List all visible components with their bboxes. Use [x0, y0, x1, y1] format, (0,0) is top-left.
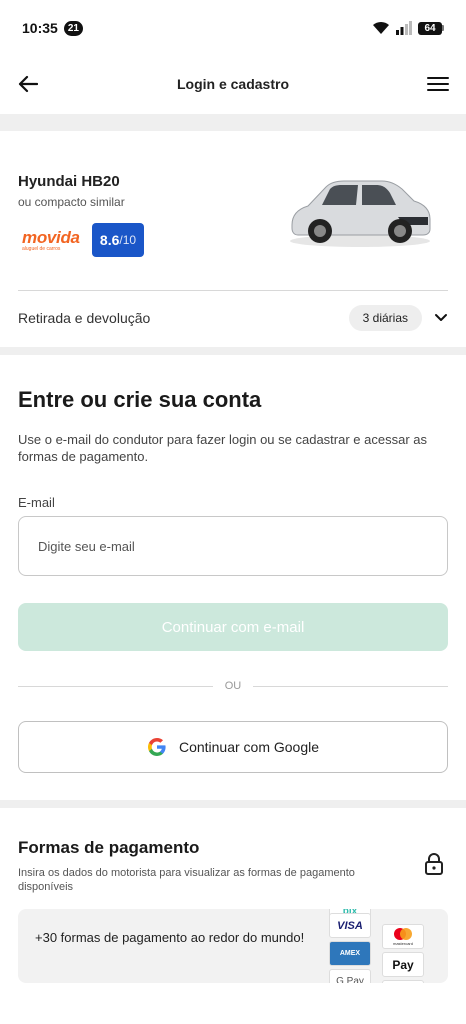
- mastercard-logo: mastercard: [382, 924, 424, 949]
- pix-logo-right: [382, 909, 424, 924]
- pickup-return-summary: 3 diárias: [348, 305, 448, 331]
- arrow-left-icon: [18, 75, 38, 93]
- or-line-left: [18, 685, 213, 687]
- visa-logo: VISA: [329, 913, 371, 938]
- rating-max: /10: [119, 233, 137, 247]
- login-section: Entre ou crie sua conta Use o e-mail do …: [0, 355, 466, 800]
- payment-methods-card: +30 formas de pagamento ao redor do mund…: [18, 909, 448, 983]
- section-separator: [0, 800, 466, 808]
- pickup-return-label: Retirada e devolução: [18, 310, 151, 326]
- extra-logo: [382, 980, 424, 983]
- pickup-return-row[interactable]: Retirada e devolução 3 diárias: [18, 291, 448, 345]
- wifi-icon: [373, 21, 389, 34]
- apple-pay-label: Pay: [392, 957, 414, 972]
- notification-badge: 21: [63, 20, 83, 36]
- battery-level: 64: [418, 21, 442, 35]
- amex-logo: AMEX: [329, 941, 371, 966]
- chevron-down-icon[interactable]: [434, 313, 448, 323]
- rating-badge: 8.6/10: [92, 223, 144, 257]
- rental-days-pill: 3 diárias: [348, 305, 422, 331]
- movida-logo: movida aluguel de carros: [22, 228, 80, 252]
- car-image: [290, 180, 431, 247]
- login-description: Use o e-mail do condutor para fazer logi…: [18, 432, 427, 464]
- google-icon: [147, 738, 166, 756]
- payment-description: Insira os dados do motorista para visual…: [18, 867, 355, 893]
- status-left: 10:35 21: [22, 20, 83, 36]
- continue-with-google-button[interactable]: Continuar com Google: [18, 721, 448, 773]
- hamburger-menu-icon: [427, 77, 449, 91]
- payment-methods-section: Formas de pagamento Insira os dados do m…: [0, 808, 466, 1024]
- email-label: E-mail: [18, 495, 55, 510]
- mastercard-circles: [394, 928, 412, 940]
- login-heading: Entre ou crie sua conta: [18, 387, 262, 412]
- section-separator: [0, 347, 466, 355]
- or-text: OU: [224, 680, 242, 692]
- menu-button[interactable]: [426, 72, 450, 96]
- payment-methods-text: +30 formas de pagamento ao redor do mund…: [35, 930, 305, 945]
- battery-icon: 64: [418, 21, 444, 35]
- google-pay-logo: G Pay: [329, 969, 371, 983]
- movida-logo-word: movida: [22, 228, 80, 247]
- car-name: Hyundai HB20: [18, 173, 120, 190]
- signal-icon: [396, 21, 412, 35]
- page-title: Login e cadastro: [176, 76, 290, 92]
- clock: 10:35: [22, 20, 58, 36]
- status-bar: 10:35 21 64: [0, 0, 466, 56]
- back-button[interactable]: [16, 72, 40, 96]
- rating-value: 8.6: [99, 232, 120, 248]
- battery-cap: [442, 25, 444, 31]
- continue-with-email-button[interactable]: Continuar com e-mail: [18, 603, 448, 651]
- lock-icon: [425, 853, 443, 875]
- car-category: ou compacto similar: [18, 195, 125, 209]
- or-divider: OU: [18, 675, 448, 697]
- or-line-right: [253, 685, 448, 687]
- apple-pay-logo: Pay: [382, 952, 424, 977]
- google-button-label: Continuar com Google: [178, 739, 320, 755]
- car-summary-card: Hyundai HB20 ou compacto similar movida …: [0, 131, 466, 347]
- payment-heading: Formas de pagamento: [18, 838, 200, 857]
- status-right: 64: [372, 21, 444, 35]
- top-app-bar: Login e cadastro: [0, 56, 466, 112]
- section-separator: [0, 114, 466, 131]
- email-field[interactable]: [18, 516, 448, 576]
